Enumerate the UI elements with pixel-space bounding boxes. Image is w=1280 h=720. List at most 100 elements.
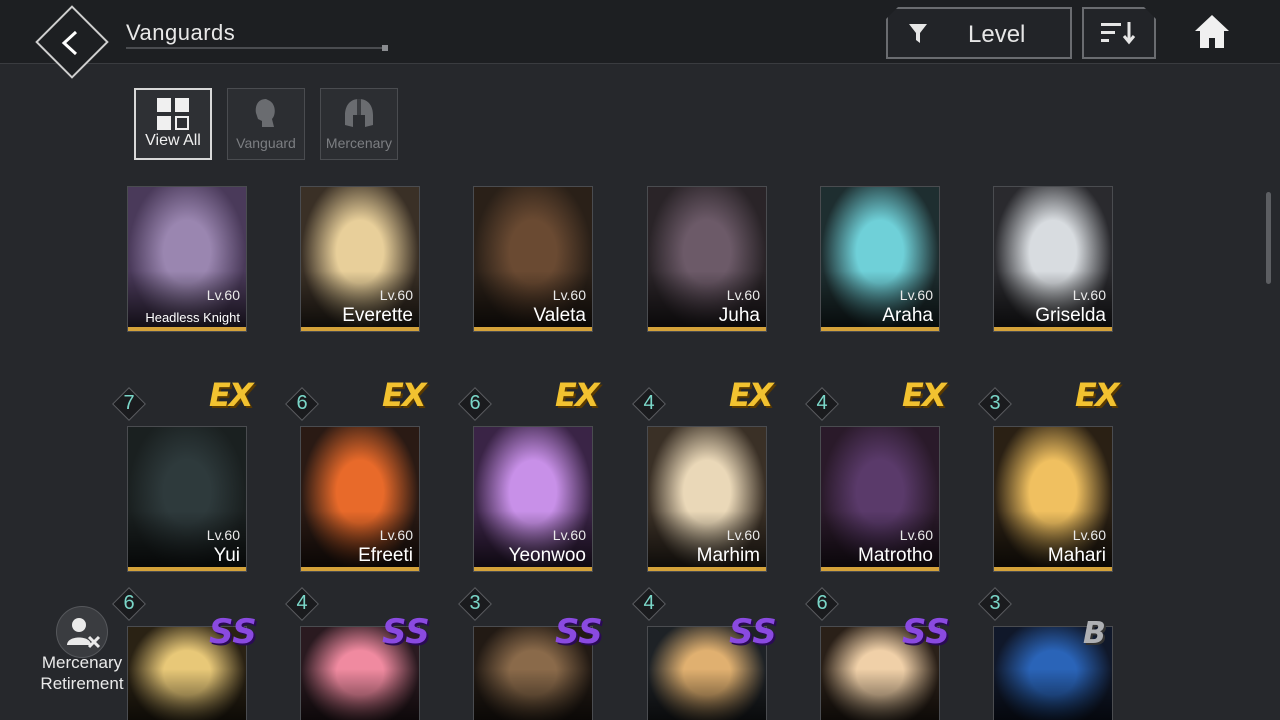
portrait-shade (474, 669, 592, 720)
tab-label: Mercenary (325, 135, 393, 151)
level-filter-label: Level (968, 21, 1026, 48)
character-card[interactable]: Lv.60 Juha (647, 186, 767, 332)
level-label: Lv.60 (379, 287, 413, 303)
mercenary-retirement-button[interactable]: Mercenary Retirement (32, 606, 132, 700)
grade-emblem: B (1083, 616, 1106, 651)
character-card[interactable]: Lv.60 Valeta (473, 186, 593, 332)
star-count-badge: 4 (632, 387, 666, 421)
character-name: Valeta (533, 305, 586, 326)
level-label: Lv.60 (899, 287, 933, 303)
character-name: Griselda (1035, 305, 1106, 326)
funnel-icon (908, 23, 928, 50)
character-card[interactable]: Lv.60 Yui (127, 426, 247, 572)
card-bottom-bar (994, 567, 1112, 571)
star-count-badge: 6 (458, 387, 492, 421)
grade-emblem: SS (729, 612, 777, 652)
level-filter-button[interactable]: Level (886, 7, 1072, 59)
star-count-badge: 4 (805, 387, 839, 421)
grade-emblem: SS (209, 612, 257, 652)
character-card[interactable]: Lv.60 Efreeti (300, 426, 420, 572)
scrollbar[interactable] (1266, 192, 1271, 284)
tab-label: View All (145, 132, 201, 149)
portrait-shade (994, 669, 1112, 720)
helmet-icon (345, 99, 373, 127)
character-card[interactable]: Lv.60 Griselda (993, 186, 1113, 332)
title-underline (126, 45, 388, 51)
grade-emblem: SS (902, 612, 950, 652)
character-name: Mahari (1047, 545, 1106, 566)
card-bottom-bar (128, 327, 246, 331)
grade-emblem: EX (902, 376, 947, 414)
badge-number: 7 (123, 392, 135, 414)
star-count-badge: 7 (112, 387, 146, 421)
level-label: Lv.60 (726, 287, 760, 303)
card-bottom-bar (821, 327, 939, 331)
grade-emblem: EX (382, 376, 427, 414)
level-label: Lv.60 (899, 527, 933, 543)
card-bottom-bar (301, 567, 419, 571)
character-name: Marhim (696, 545, 760, 566)
character-card[interactable]: Lv.60 Mahari (993, 426, 1113, 572)
grid-icon (157, 98, 189, 130)
sort-button[interactable] (1082, 7, 1156, 59)
head-icon (255, 99, 275, 127)
card-bottom-bar (648, 327, 766, 331)
badge-number: 6 (816, 592, 828, 614)
character-name: Headless Knight (145, 310, 240, 325)
sort-icon (1099, 28, 1139, 53)
character-card[interactable]: Lv.60 Marhim (647, 426, 767, 572)
character-card[interactable]: Lv.60 Matrotho (820, 426, 940, 572)
card-bottom-bar (474, 327, 592, 331)
tab-view-all[interactable]: View All (134, 88, 212, 160)
badge-number: 4 (296, 592, 308, 614)
card-bottom-bar (301, 327, 419, 331)
star-count-badge: 3 (978, 587, 1012, 621)
level-label: Lv.60 (206, 527, 240, 543)
character-name: Araha (882, 305, 933, 326)
level-label: Lv.60 (206, 287, 240, 303)
portrait-shade (821, 669, 939, 720)
grade-emblem: EX (1075, 376, 1120, 414)
retirement-label: Mercenary Retirement (40, 653, 124, 693)
portrait-shade (128, 669, 246, 720)
card-bottom-bar (994, 327, 1112, 331)
character-name: Efreeti (358, 545, 413, 566)
home-button[interactable] (1192, 12, 1232, 52)
star-count-badge: 3 (978, 387, 1012, 421)
level-label: Lv.60 (552, 527, 586, 543)
grade-emblem: SS (382, 612, 430, 652)
character-card[interactable]: Lv.60 Everette (300, 186, 420, 332)
character-card[interactable]: Lv.60 Yeonwoo (473, 426, 593, 572)
star-count-badge: 4 (632, 587, 666, 621)
portrait-shade (648, 669, 766, 720)
badge-number: 3 (989, 592, 1001, 614)
star-count-badge: 6 (805, 587, 839, 621)
badge-number: 4 (643, 592, 655, 614)
badge-number: 3 (469, 592, 481, 614)
level-label: Lv.60 (726, 527, 760, 543)
character-card[interactable]: Lv.60 Araha (820, 186, 940, 332)
card-bottom-bar (128, 567, 246, 571)
tab-mercenary[interactable]: Mercenary (320, 88, 398, 160)
star-count-badge: 3 (458, 587, 492, 621)
badge-number: 4 (643, 392, 655, 414)
level-label: Lv.60 (379, 527, 413, 543)
character-card[interactable]: Lv.60 Headless Knight (127, 186, 247, 332)
star-count-badge: 4 (285, 587, 319, 621)
portrait-shade (301, 669, 419, 720)
home-icon (1195, 15, 1229, 48)
card-bottom-bar (474, 567, 592, 571)
card-bottom-bar (821, 567, 939, 571)
page-title: Vanguards (126, 20, 236, 45)
grade-emblem: SS (555, 612, 603, 652)
tab-vanguard[interactable]: Vanguard (227, 88, 305, 160)
remove-user-icon (56, 606, 108, 658)
tab-label: Vanguard (236, 135, 296, 151)
level-label: Lv.60 (1072, 287, 1106, 303)
star-count-badge: 6 (285, 387, 319, 421)
badge-number: 3 (989, 392, 1001, 414)
grade-emblem: EX (555, 376, 600, 414)
character-name: Yui (213, 545, 240, 566)
back-arrow-icon (56, 28, 86, 58)
character-name: Yeonwoo (508, 545, 586, 566)
